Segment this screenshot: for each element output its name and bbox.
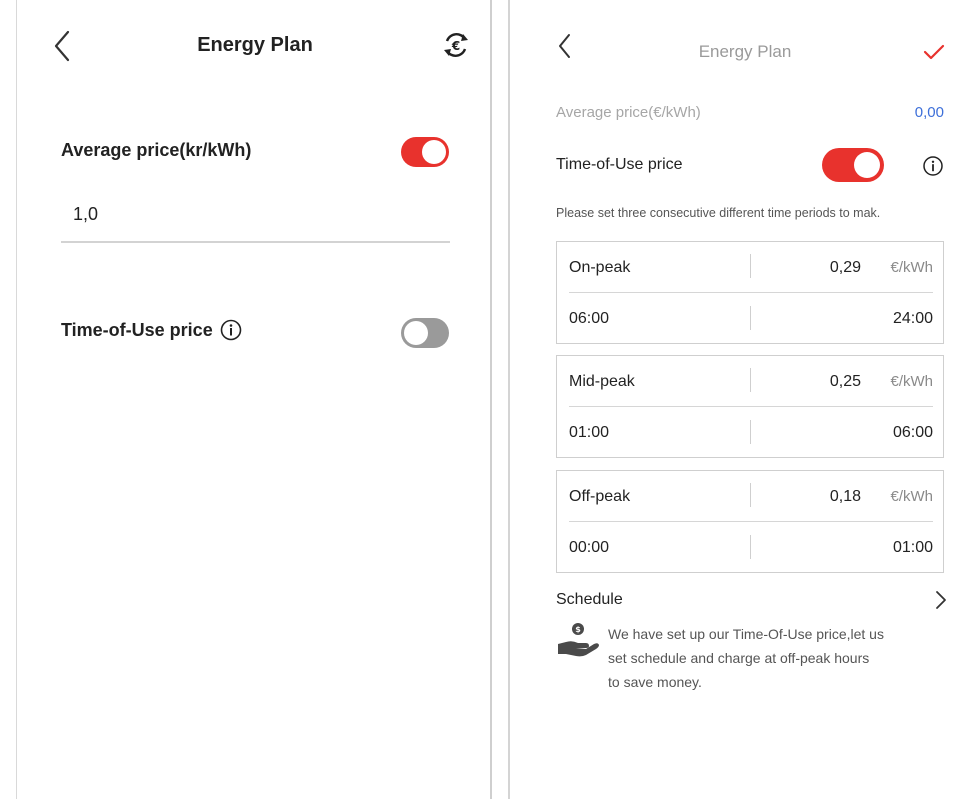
schedule-link[interactable]: Schedule bbox=[556, 591, 623, 609]
schedule-promo-text: We have set up our Time-Of-Use price,let… bbox=[608, 622, 948, 694]
period-price-input[interactable]: 0,25 bbox=[830, 373, 861, 391]
time-of-use-toggle[interactable] bbox=[401, 318, 449, 348]
divider bbox=[569, 406, 933, 407]
period-name: Off-peak bbox=[569, 488, 631, 505]
info-button[interactable] bbox=[220, 319, 242, 341]
toggle-knob bbox=[422, 140, 446, 164]
end-time-picker[interactable]: 24:00 bbox=[893, 310, 933, 328]
promo-line: set schedule and charge at off-peak hour… bbox=[608, 650, 870, 666]
period-price-input[interactable]: 0,18 bbox=[830, 488, 861, 506]
euro-cycle-icon: € bbox=[444, 33, 468, 57]
hand-coin-icon: $ bbox=[556, 620, 600, 660]
price-unit: €/kWh bbox=[890, 488, 933, 505]
toggle-knob bbox=[404, 321, 428, 345]
divider bbox=[750, 483, 751, 507]
toggle-knob bbox=[854, 152, 880, 178]
average-price-value[interactable]: 0,00 bbox=[915, 104, 944, 121]
left-screen: Energy Plan € Average price(kr/kWh) 1,0 … bbox=[16, 0, 492, 799]
info-icon bbox=[923, 156, 943, 176]
schedule-chevron[interactable] bbox=[934, 588, 948, 612]
price-unit: €/kWh bbox=[890, 373, 933, 390]
average-price-toggle[interactable] bbox=[401, 137, 449, 167]
average-price-label: Average price(€/kWh) bbox=[556, 104, 701, 121]
divider bbox=[569, 292, 933, 293]
start-time-picker[interactable]: 01:00 bbox=[569, 424, 609, 442]
period-price-input[interactable]: 0,29 bbox=[830, 259, 861, 277]
currency-button[interactable]: € bbox=[441, 30, 471, 60]
end-time-picker[interactable]: 06:00 bbox=[893, 424, 933, 442]
checkmark-icon bbox=[923, 44, 945, 60]
period-name: On-peak bbox=[569, 259, 631, 276]
divider bbox=[750, 368, 751, 392]
svg-text:€: € bbox=[451, 39, 460, 53]
mid-peak-period-card: Mid-peak 0,25 €/kWh 01:00 06:00 bbox=[556, 355, 944, 458]
promo-line: to save money. bbox=[608, 674, 702, 690]
divider bbox=[569, 521, 933, 522]
off-peak-period-card: Off-peak 0,18 €/kWh 00:00 01:00 bbox=[556, 470, 944, 573]
period-name: Mid-peak bbox=[569, 373, 635, 390]
start-time-picker[interactable]: 06:00 bbox=[569, 310, 609, 328]
input-underline bbox=[61, 241, 450, 243]
average-price-label: Average price(kr/kWh) bbox=[61, 140, 252, 160]
svg-text:$: $ bbox=[575, 625, 581, 634]
divider bbox=[750, 254, 751, 278]
divider bbox=[750, 306, 751, 330]
info-icon bbox=[220, 319, 242, 341]
on-peak-period-card: On-peak 0,29 €/kWh 06:00 24:00 bbox=[556, 241, 944, 344]
promo-line: We have set up our Time-Of-Use price,let… bbox=[608, 626, 884, 642]
time-of-use-toggle[interactable] bbox=[822, 148, 884, 182]
time-of-use-label: Time-of-Use price bbox=[61, 320, 213, 340]
hint-text: Please set three consecutive different t… bbox=[556, 206, 881, 220]
divider bbox=[750, 535, 751, 559]
start-time-picker[interactable]: 00:00 bbox=[569, 539, 609, 557]
time-of-use-label: Time-of-Use price bbox=[556, 156, 683, 173]
page-title: Energy Plan bbox=[197, 34, 313, 56]
info-button[interactable] bbox=[922, 155, 944, 177]
end-time-picker[interactable]: 01:00 bbox=[893, 539, 933, 557]
page-title: Energy Plan bbox=[698, 42, 792, 61]
right-screen: Energy Plan Average price(€/kWh) 0,00 Ti… bbox=[508, 0, 978, 799]
chevron-right-icon bbox=[936, 591, 946, 609]
divider bbox=[750, 420, 751, 444]
average-price-input[interactable]: 1,0 bbox=[73, 204, 98, 225]
confirm-button[interactable] bbox=[922, 42, 946, 62]
price-unit: €/kWh bbox=[890, 259, 933, 276]
